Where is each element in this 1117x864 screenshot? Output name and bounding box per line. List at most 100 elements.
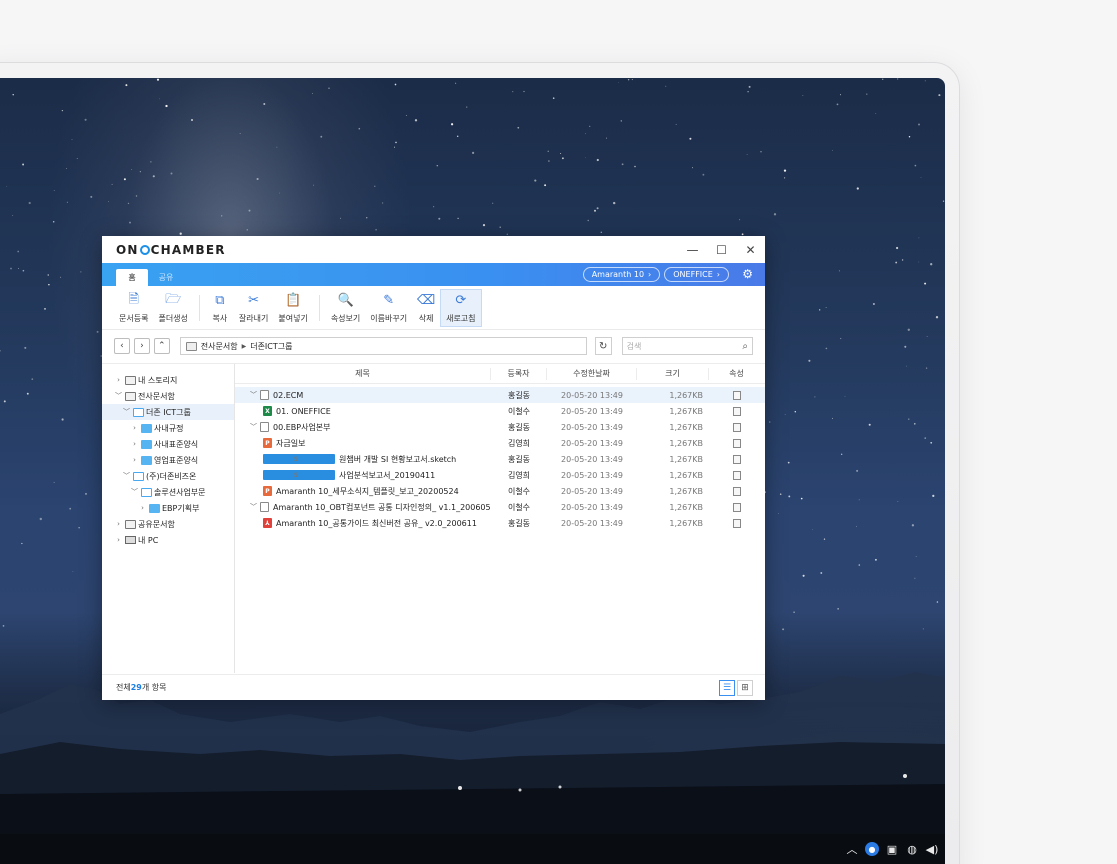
- forward-button[interactable]: ›: [133, 338, 150, 354]
- tree-item[interactable]: › 사내표준양식: [102, 436, 234, 452]
- file-date: 20-05-20 13:49: [561, 454, 623, 464]
- tree-item[interactable]: › EBP기획부: [102, 500, 234, 516]
- tree-item[interactable]: › 공유문서함: [102, 516, 234, 532]
- tree-item-label: 내 PC: [138, 535, 159, 545]
- close-button[interactable]: ✕: [736, 236, 765, 263]
- chevron-down-icon[interactable]: ﹀: [130, 487, 139, 497]
- table-row[interactable]: ﹀ 00.EBP사업본부 홍길동 20-05-20 13:49 1,267KB: [235, 419, 765, 435]
- gear-icon[interactable]: ⚙: [742, 267, 753, 281]
- tree-item[interactable]: ﹀ 전사문서함: [102, 388, 234, 404]
- copy-icon: ⧉: [215, 293, 225, 308]
- properties-icon[interactable]: [732, 470, 741, 480]
- screen-icon[interactable]: ▣: [885, 842, 899, 856]
- toolbar-button-document-add[interactable]: 🗎 문서등록: [114, 289, 153, 327]
- chevron-right-icon[interactable]: ›: [114, 520, 123, 528]
- minimize-button[interactable]: —: [678, 236, 707, 263]
- chevron-down-icon[interactable]: ﹀: [122, 407, 131, 417]
- file-user: 김영희: [507, 438, 531, 448]
- drive-icon: [125, 391, 136, 401]
- table-row[interactable]: ﹀ 02.ECM 홍길동 20-05-20 13:49 1,267KB: [235, 387, 765, 403]
- path-breadcrumb[interactable]: 전사문서함 ▶ 더존ICT그룹: [179, 337, 587, 355]
- column-title[interactable]: 제목: [235, 367, 491, 380]
- ribbon-tab-bar: 홈 공유 Amaranth 10 › ONEFFICE › ⚙: [102, 263, 765, 286]
- paste-icon: 📋: [284, 293, 302, 308]
- presentation-file-icon: P: [263, 486, 272, 496]
- tree-item[interactable]: › 영업표준양식: [102, 452, 234, 468]
- chevron-down-icon[interactable]: ﹀: [249, 390, 258, 400]
- properties-icon[interactable]: [732, 438, 741, 448]
- chevron-right-icon[interactable]: ›: [114, 536, 123, 544]
- chevron-right-icon[interactable]: ›: [130, 440, 139, 448]
- properties-icon[interactable]: [732, 390, 741, 400]
- chevron-down-icon[interactable]: ﹀: [249, 422, 258, 432]
- chevron-right-icon: ›: [648, 270, 652, 279]
- toolbar-button-paste[interactable]: 📋 붙여넣기: [273, 289, 312, 327]
- search-icon[interactable]: ⌕: [742, 341, 748, 352]
- toolbar-button-copy[interactable]: ⧉ 복사: [206, 289, 234, 327]
- toolbar-button-eraser[interactable]: ⌫ 삭제: [412, 289, 440, 327]
- toolbar-button-properties[interactable]: 🔍 속성보기: [326, 289, 365, 327]
- column-size[interactable]: 크기: [637, 367, 709, 380]
- tree-item[interactable]: › 사내규정: [102, 420, 234, 436]
- properties-icon[interactable]: [732, 454, 741, 464]
- file-size: 1,267KB: [669, 438, 703, 448]
- chevron-up-icon[interactable]: ︿: [845, 842, 859, 856]
- tree-item-label: 솔루션사업부문: [154, 487, 206, 497]
- column-attr[interactable]: 속성: [709, 368, 764, 380]
- maximize-button[interactable]: ☐: [707, 236, 736, 263]
- properties-icon[interactable]: [732, 486, 741, 496]
- chevron-right-icon[interactable]: ›: [130, 456, 139, 464]
- chevron-right-icon[interactable]: ›: [114, 376, 123, 384]
- tree-item[interactable]: ﹀ (주)더존비즈온: [102, 468, 234, 484]
- link-pill-0[interactable]: Amaranth 10 ›: [582, 267, 661, 282]
- column-date[interactable]: 수정한날짜: [547, 367, 637, 380]
- grid-view-button[interactable]: ⊞: [737, 679, 753, 696]
- table-row[interactable]: X 01. ONEFFICE 이철수 20-05-20 13:49 1,267KB: [235, 403, 765, 419]
- chevron-right-icon[interactable]: ›: [138, 504, 147, 512]
- file-user: 홍길동: [507, 454, 531, 464]
- table-row[interactable]: S 원챔버 개발 SI 현황보고서.sketch 홍길동 20-05-20 13:49…: [235, 451, 765, 467]
- tab-0[interactable]: 홈: [116, 269, 148, 286]
- list-view-button[interactable]: ☰: [719, 679, 735, 696]
- app-tray-icon[interactable]: ●: [865, 842, 879, 856]
- up-button[interactable]: ⌃: [153, 338, 170, 354]
- tree-item[interactable]: › 내 스토리지: [102, 372, 234, 388]
- table-row[interactable]: S 사업분석보고서_20190411 김영희 20-05-20 13:49 1,267K…: [235, 467, 765, 483]
- refresh-button[interactable]: ↻: [594, 337, 612, 355]
- tree-item[interactable]: ﹀ 더존 ICT그룹: [102, 404, 234, 420]
- tab-1[interactable]: 공유: [150, 269, 182, 286]
- globe-icon[interactable]: ◍: [905, 842, 919, 856]
- tree-item-label: (주)더존비즈온: [146, 471, 197, 481]
- chevron-down-icon[interactable]: ﹀: [122, 471, 131, 481]
- toolbar-label: 삭제: [418, 313, 434, 323]
- folder-icon: [149, 503, 160, 513]
- link-pill-1[interactable]: ONEFFICE ›: [664, 267, 729, 282]
- properties-icon[interactable]: [732, 422, 741, 432]
- breadcrumb-root[interactable]: 전사문서함: [201, 341, 238, 352]
- toolbar-button-rename[interactable]: ✎ 이름바꾸기: [365, 289, 412, 327]
- chevron-right-icon[interactable]: ›: [130, 424, 139, 432]
- tree-item[interactable]: › 내 PC: [102, 532, 234, 548]
- properties-icon[interactable]: [732, 502, 741, 512]
- search-input[interactable]: [626, 341, 737, 351]
- file-date: 20-05-20 13:49: [561, 422, 623, 432]
- table-row[interactable]: P 자금일보 김영희 20-05-20 13:49 1,267KB: [235, 435, 765, 451]
- column-user[interactable]: 등록자: [491, 367, 547, 380]
- back-button[interactable]: ‹: [114, 338, 130, 354]
- table-row[interactable]: ⅄ Amaranth 10_공통가이드 최신버전 공유_ v2.0_200611 홍…: [235, 515, 765, 531]
- toolbar-button-folder-add[interactable]: 🗁 폴더생성: [153, 289, 192, 327]
- speaker-icon[interactable]: ◀): [925, 842, 939, 856]
- properties-icon[interactable]: [732, 406, 741, 416]
- file-date: 20-05-20 13:49: [561, 502, 623, 512]
- table-row[interactable]: P Amaranth 10_세무소식지_템플릿_보고_20200524 이철수 20-…: [235, 483, 765, 499]
- chevron-down-icon[interactable]: ﹀: [249, 502, 258, 512]
- table-row[interactable]: ﹀ Amaranth 10_OBT컴포넌트 공통 디자인정의_ v1.1_2006…: [235, 499, 765, 515]
- breadcrumb-current[interactable]: 더존ICT그룹: [250, 341, 292, 352]
- tree-item[interactable]: ﹀ 솔루션사업부문: [102, 484, 234, 500]
- toolbar-button-refresh[interactable]: ⟳ 새로고침: [440, 288, 482, 327]
- toolbar-label: 폴더생성: [158, 313, 188, 323]
- properties-icon[interactable]: [732, 518, 741, 528]
- chevron-down-icon[interactable]: ﹀: [114, 391, 123, 401]
- toolbar-button-scissors[interactable]: ✂ 잘라내기: [234, 289, 273, 327]
- toolbar-label: 문서등록: [119, 313, 149, 323]
